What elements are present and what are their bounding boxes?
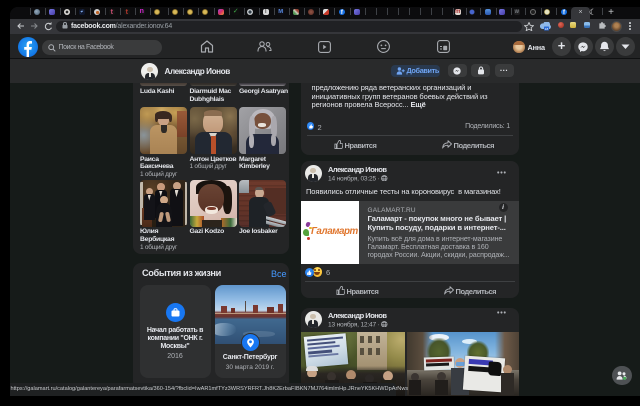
svg-text:18: 18 xyxy=(545,27,549,31)
